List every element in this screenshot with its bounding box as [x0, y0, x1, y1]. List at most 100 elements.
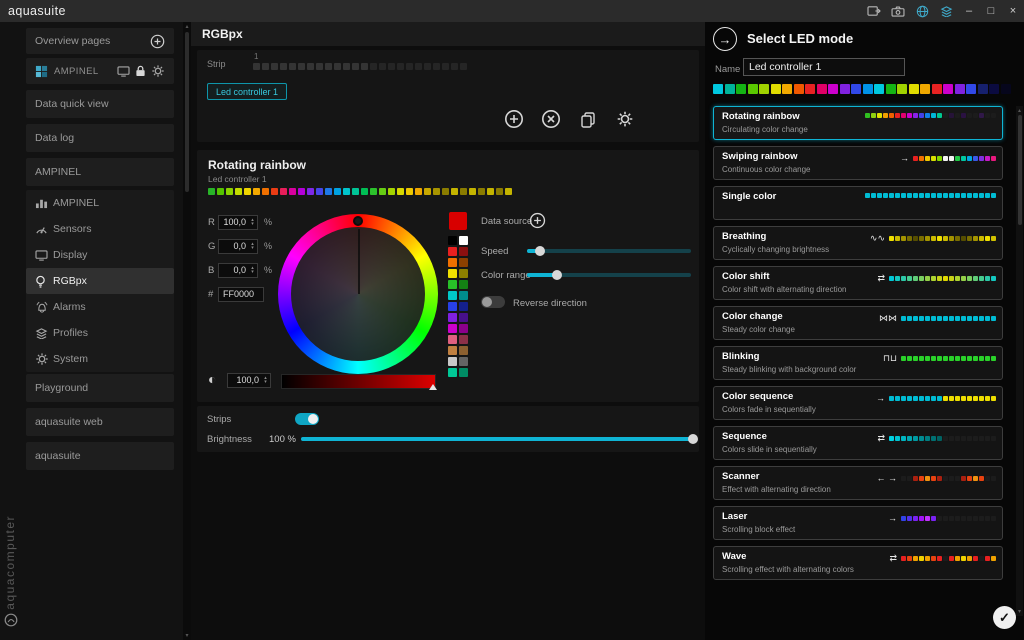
- led-swatch[interactable]: [897, 84, 907, 94]
- layers-icon[interactable]: [934, 0, 958, 22]
- red-stepper[interactable]: ▴▾: [218, 215, 258, 230]
- mode-option-single-color[interactable]: Single color: [713, 186, 1003, 220]
- palette-swatch[interactable]: [459, 324, 468, 333]
- add-overview-page-button[interactable]: [150, 34, 165, 49]
- color-wheel[interactable]: [278, 214, 438, 374]
- global-brightness-slider[interactable]: [301, 437, 693, 441]
- mode-option-color-sequence[interactable]: Color sequenceColors fade in sequentiall…: [713, 386, 1003, 420]
- led-swatch[interactable]: [782, 84, 792, 94]
- scrollbar-thumb[interactable]: [185, 32, 189, 192]
- led-swatch[interactable]: [828, 84, 838, 94]
- slider-handle[interactable]: [688, 434, 698, 444]
- led-swatch[interactable]: [851, 84, 861, 94]
- led-swatch[interactable]: [805, 84, 815, 94]
- sidebar-item-sensors[interactable]: Sensors: [26, 216, 174, 242]
- led-swatch[interactable]: [759, 84, 769, 94]
- led-swatch[interactable]: [920, 84, 930, 94]
- palette-swatch[interactable]: [448, 335, 457, 344]
- scroll-up-icon[interactable]: ▴: [1016, 107, 1023, 114]
- led-swatch[interactable]: [978, 84, 988, 94]
- palette-swatch[interactable]: [448, 280, 457, 289]
- mode-option-breathing[interactable]: BreathingCyclically changing brightness∿…: [713, 226, 1003, 260]
- palette-swatch[interactable]: [459, 346, 468, 355]
- settings-button[interactable]: [614, 108, 636, 130]
- led-swatch[interactable]: [955, 84, 965, 94]
- stepper-arrows[interactable]: ▴▾: [248, 264, 257, 277]
- palette-swatch[interactable]: [448, 291, 457, 300]
- led-swatch[interactable]: [748, 84, 758, 94]
- new-window-icon[interactable]: [862, 0, 886, 22]
- led-swatch[interactable]: [840, 84, 850, 94]
- led-swatch[interactable]: [943, 84, 953, 94]
- palette-swatch[interactable]: [459, 236, 468, 245]
- led-swatch[interactable]: [794, 84, 804, 94]
- sidebar-item-data-log[interactable]: Data log: [26, 124, 174, 152]
- palette-swatch[interactable]: [459, 335, 468, 344]
- stepper-arrows[interactable]: ▴▾: [261, 374, 270, 387]
- sidebar-scrollbar[interactable]: ▴ ▾: [183, 22, 191, 640]
- add-button[interactable]: [503, 108, 525, 130]
- palette-swatch[interactable]: [459, 291, 468, 300]
- stepper-arrows[interactable]: ▴▾: [248, 240, 257, 253]
- sidebar-item-rgbpx[interactable]: RGBpx: [26, 268, 174, 294]
- lock-icon[interactable]: [135, 65, 146, 77]
- remove-button[interactable]: [540, 108, 562, 130]
- led-swatch[interactable]: [932, 84, 942, 94]
- brightness-stepper[interactable]: ▴▾: [227, 373, 271, 388]
- color-range-slider[interactable]: [527, 273, 691, 277]
- stepper-arrows[interactable]: ▴▾: [248, 216, 257, 229]
- palette-swatch[interactable]: [459, 280, 468, 289]
- led-swatch[interactable]: [886, 84, 896, 94]
- palette-swatch[interactable]: [448, 313, 457, 322]
- led-swatch[interactable]: [713, 84, 723, 94]
- sidebar-item-ampinel[interactable]: AMPINEL: [26, 190, 174, 216]
- palette-swatch[interactable]: [459, 357, 468, 366]
- palette-swatch[interactable]: [459, 302, 468, 311]
- palette-swatch[interactable]: [459, 258, 468, 267]
- sidebar-item-profiles[interactable]: Profiles: [26, 320, 174, 346]
- palette-swatch[interactable]: [448, 258, 457, 267]
- sidebar-item-data-quick-view[interactable]: Data quick view: [26, 90, 174, 118]
- scrollbar-thumb[interactable]: [1018, 115, 1022, 225]
- mode-option-laser[interactable]: LaserScrolling block effect→: [713, 506, 1003, 540]
- slider-handle[interactable]: [535, 246, 545, 256]
- mode-option-blinking[interactable]: BlinkingSteady blinking with background …: [713, 346, 1003, 380]
- duplicate-button[interactable]: [577, 108, 599, 130]
- strips-toggle[interactable]: [295, 413, 319, 425]
- gradient-handle[interactable]: [429, 384, 437, 390]
- monitor-icon[interactable]: [117, 66, 130, 77]
- sidebar-item-aquasuite-web[interactable]: aquasuite web: [26, 408, 174, 436]
- mode-option-wave[interactable]: WaveScrolling effect with alternating co…: [713, 546, 1003, 580]
- scroll-up-icon[interactable]: ▴: [183, 23, 191, 30]
- palette-swatch[interactable]: [448, 247, 457, 256]
- gear-icon[interactable]: [151, 64, 165, 78]
- speed-slider[interactable]: [527, 249, 691, 253]
- sidebar-item-display[interactable]: Display: [26, 242, 174, 268]
- led-swatch[interactable]: [771, 84, 781, 94]
- sidebar-item-alarms[interactable]: Alarms: [26, 294, 174, 320]
- overview-page-ampinel[interactable]: AMPINEL: [26, 58, 174, 84]
- brightness-gradient-bar[interactable]: [281, 374, 436, 389]
- green-stepper[interactable]: ▴▾: [218, 239, 258, 254]
- scroll-down-icon[interactable]: ▾: [183, 632, 191, 639]
- led-swatch[interactable]: [989, 84, 999, 94]
- controller-name-input[interactable]: [743, 58, 905, 76]
- sidebar-item-playground[interactable]: Playground: [26, 374, 174, 402]
- sidebar-device-group-ampinel[interactable]: AMPINEL: [26, 158, 174, 186]
- mode-option-color-shift[interactable]: Color shiftColor shift with alternating …: [713, 266, 1003, 300]
- green-value-input[interactable]: [219, 240, 248, 253]
- palette-swatch[interactable]: [448, 346, 457, 355]
- minimize-button[interactable]: –: [958, 0, 980, 22]
- red-value-input[interactable]: [219, 216, 248, 229]
- mode-option-scanner[interactable]: ScannerEffect with alternating direction…: [713, 466, 1003, 500]
- palette-swatch[interactable]: [448, 302, 457, 311]
- screenshot-icon[interactable]: [886, 0, 910, 22]
- led-swatch[interactable]: [863, 84, 873, 94]
- led-swatch[interactable]: [874, 84, 884, 94]
- add-data-source-button[interactable]: [527, 210, 547, 230]
- overview-pages-header[interactable]: Overview pages: [26, 28, 174, 54]
- sidebar-item-system[interactable]: System: [26, 346, 174, 372]
- panel-arrow-button[interactable]: →: [713, 27, 737, 51]
- mode-option-rotating-rainbow[interactable]: Rotating rainbowCirculating color change: [713, 106, 1003, 140]
- hex-color-input[interactable]: [218, 287, 264, 302]
